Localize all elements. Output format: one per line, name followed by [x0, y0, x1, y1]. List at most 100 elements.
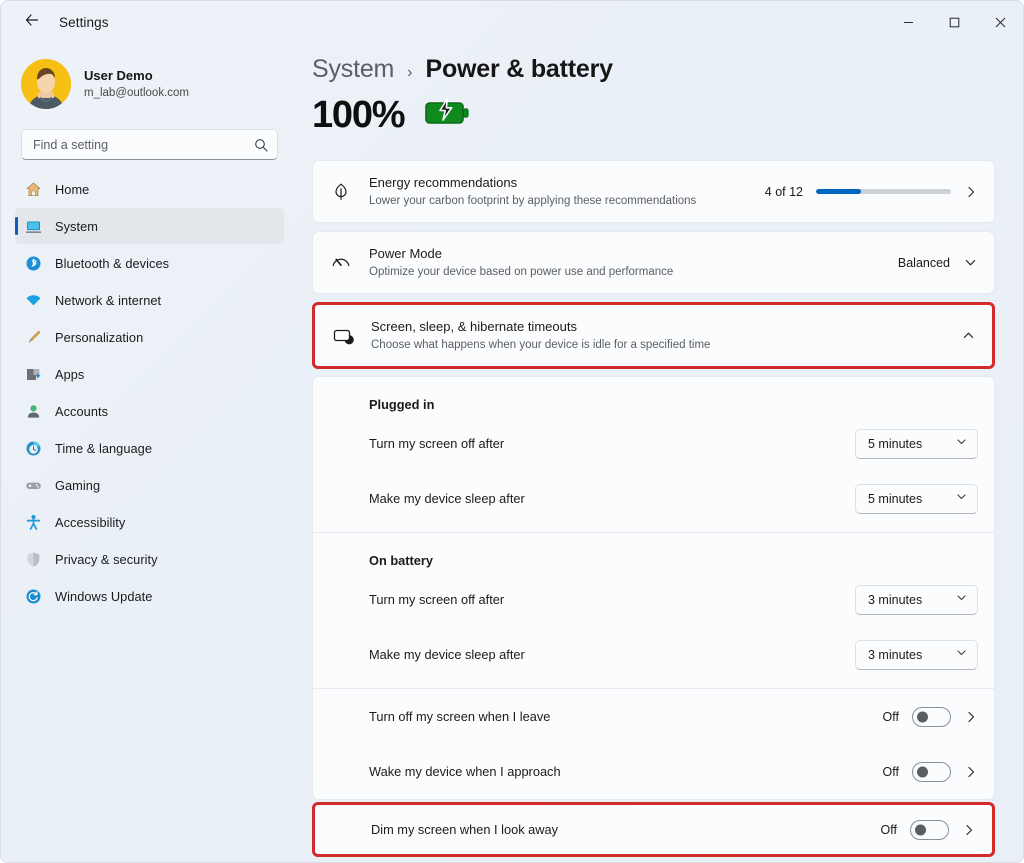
maximize-button[interactable] — [931, 1, 977, 43]
sidebar-item-label: Network & internet — [55, 292, 162, 308]
chevron-right-icon[interactable] — [962, 823, 976, 837]
energy-recommendations-card: Energy recommendations Lower your carbon… — [312, 160, 995, 223]
toggle-wake-when-approach[interactable] — [912, 761, 951, 782]
dropdown-battery-screen-off[interactable]: 3 minutes — [855, 584, 978, 615]
toggle-row-wake-when-approach[interactable]: Wake my device when I approach Off — [313, 744, 994, 799]
sidebar-item-home[interactable]: Home — [15, 171, 284, 207]
setting-label: Turn my screen off after — [369, 592, 505, 607]
power-mode-value: Balanced — [897, 255, 950, 270]
sidebar-item-network-internet[interactable]: Network & internet — [15, 282, 284, 318]
energy-recommendations-progress — [816, 189, 951, 194]
sidebar-item-label: Privacy & security — [55, 551, 158, 567]
setting-label: Dim my screen when I look away — [371, 822, 559, 837]
back-button[interactable] — [15, 7, 49, 37]
sidebar-item-label: Home — [55, 181, 90, 197]
dropdown-value: 3 minutes — [868, 647, 923, 662]
group-heading-on-battery: On battery — [369, 553, 433, 568]
sidebar-item-label: Accessibility — [55, 514, 126, 530]
chevron-down-icon[interactable] — [963, 255, 978, 270]
setting-row-plugged-sleep-after: Make my device sleep after 5 minutes — [313, 471, 994, 526]
screen-sleep-timeouts-card: Screen, sleep, & hibernate timeouts Choo… — [312, 302, 995, 369]
monitor-sleep-icon — [331, 324, 355, 348]
breadcrumb-parent[interactable]: System — [312, 55, 394, 84]
search-box[interactable] — [21, 129, 278, 160]
brush-icon — [25, 329, 42, 346]
chevron-right-icon[interactable] — [964, 765, 978, 779]
dropdown-battery-sleep-after[interactable]: 3 minutes — [855, 639, 978, 670]
chevron-up-icon[interactable] — [961, 328, 976, 343]
toggle-row-dim-when-look-away[interactable]: Dim my screen when I look away Off — [315, 805, 992, 854]
battery-charging-icon — [424, 97, 470, 133]
sidebar-item-label: Apps — [55, 366, 85, 382]
account-tile[interactable]: User Demo m_lab@outlook.com — [15, 49, 284, 119]
breadcrumb: System › Power & battery — [312, 55, 995, 84]
chevron-down-icon — [955, 591, 968, 609]
clock-icon — [25, 440, 42, 457]
system-icon — [25, 218, 42, 235]
window-controls — [885, 1, 1023, 43]
toggle-state-label: Off — [880, 822, 897, 837]
timeouts-expanded-panel: Plugged in Turn my screen off after 5 mi… — [312, 376, 995, 800]
sidebar-item-label: System — [55, 218, 98, 234]
power-mode-row[interactable]: Power Mode Optimize your device based on… — [313, 232, 994, 293]
battery-status: 100% — [312, 96, 995, 134]
power-mode-title: Power Mode — [369, 246, 442, 262]
chevron-down-icon — [955, 490, 968, 508]
close-button[interactable] — [977, 1, 1023, 43]
accessibility-icon — [25, 514, 42, 531]
update-icon — [25, 588, 42, 605]
setting-row-battery-screen-off: Turn my screen off after 3 minutes — [313, 572, 994, 627]
sidebar-item-windows-update[interactable]: Windows Update — [15, 578, 284, 614]
sidebar-item-label: Gaming — [55, 477, 101, 493]
sidebar-item-label: Windows Update — [55, 588, 153, 604]
dropdown-value: 3 minutes — [868, 592, 923, 607]
group-heading-plugged-in: Plugged in — [369, 397, 435, 412]
setting-label: Turn my screen off after — [369, 436, 505, 451]
sidebar-item-bluetooth-devices[interactable]: Bluetooth & devices — [15, 245, 284, 281]
toggle-state-label: Off — [882, 764, 899, 779]
chevron-right-icon[interactable] — [964, 185, 978, 199]
sidebar-item-personalization[interactable]: Personalization — [15, 319, 284, 355]
sidebar-item-accessibility[interactable]: Accessibility — [15, 504, 284, 540]
minimize-button[interactable] — [885, 1, 931, 43]
dropdown-value: 5 minutes — [868, 436, 923, 451]
screen-sleep-timeouts-row[interactable]: Screen, sleep, & hibernate timeouts Choo… — [315, 305, 992, 366]
avatar — [21, 59, 71, 109]
sidebar-item-time-language[interactable]: Time & language — [15, 430, 284, 466]
toggle-screen-off-when-leave[interactable] — [912, 706, 951, 727]
sidebar-item-privacy-security[interactable]: Privacy & security — [15, 541, 284, 577]
power-mode-subtitle: Optimize your device based on power use … — [369, 265, 674, 278]
sidebar-item-gaming[interactable]: Gaming — [15, 467, 284, 503]
account-name: User Demo — [84, 68, 153, 84]
sidebar-item-accounts[interactable]: Accounts — [15, 393, 284, 429]
chevron-right-icon[interactable] — [964, 710, 978, 724]
dim-screen-card: Dim my screen when I look away Off — [312, 802, 995, 857]
setting-label: Turn off my screen when I leave — [369, 709, 551, 724]
energy-recommendations-title: Energy recommendations — [369, 175, 518, 191]
screen-sleep-timeouts-subtitle: Choose what happens when your device is … — [371, 338, 711, 351]
setting-label: Make my device sleep after — [369, 491, 525, 506]
back-arrow-icon — [24, 12, 40, 33]
battery-percent: 100% — [312, 94, 406, 136]
bluetooth-icon — [25, 255, 42, 272]
toggle-state-label: Off — [882, 709, 899, 724]
toggle-dim-when-look-away[interactable] — [910, 819, 949, 840]
sidebar-item-system[interactable]: System — [15, 208, 284, 244]
gamepad-icon — [25, 477, 42, 494]
toggle-row-screen-off-when-leave[interactable]: Turn off my screen when I leave Off — [313, 689, 994, 744]
account-email: m_lab@outlook.com — [84, 86, 189, 99]
sidebar-item-label: Accounts — [55, 403, 109, 419]
energy-recommendations-row[interactable]: Energy recommendations Lower your carbon… — [313, 161, 994, 222]
settings-window: Settings User Demo m_lab@outlook.com Fin… — [0, 0, 1024, 863]
dropdown-plugged-screen-off[interactable]: 5 minutes — [855, 428, 978, 459]
wifi-icon — [25, 292, 42, 309]
sidebar-item-label: Time & language — [55, 440, 153, 456]
sidebar-item-apps[interactable]: Apps — [15, 356, 284, 392]
dropdown-plugged-sleep-after[interactable]: 5 minutes — [855, 483, 978, 514]
apps-icon — [25, 366, 42, 383]
search-input[interactable] — [22, 137, 277, 152]
setting-label: Make my device sleep after — [369, 647, 525, 662]
dropdown-value: 5 minutes — [868, 491, 923, 506]
breadcrumb-separator: › — [407, 64, 413, 81]
gauge-icon — [329, 251, 353, 275]
